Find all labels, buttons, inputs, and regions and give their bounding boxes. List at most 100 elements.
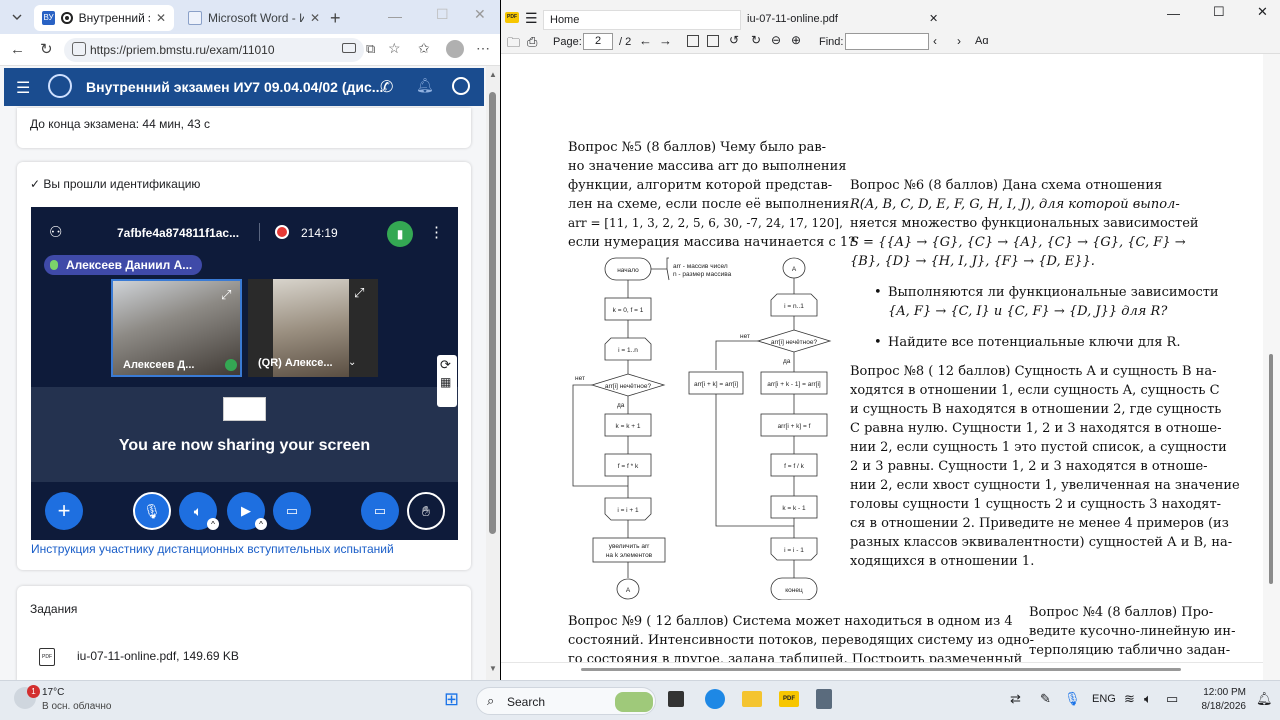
tab-home[interactable]: Home [543,10,741,30]
microphone-icon[interactable]: 🎙︎ [1064,691,1081,707]
wifi-icon[interactable]: ≋ [1124,691,1135,707]
rotate-icon[interactable]: ⟳ [440,357,451,373]
close-window-icon[interactable]: ✕ [474,6,486,23]
address-bar[interactable]: https://priem.bmstu.ru/exam/11010 [64,38,364,62]
expand-icon[interactable]: ⤢ [221,287,231,303]
fit-width-icon[interactable] [707,35,719,47]
signal-strength-icon[interactable]: ▮ [387,221,413,247]
bell-icon[interactable]: 🔔︎ [416,77,434,94]
microphone-button[interactable]: 🎙︎ [133,492,171,530]
scroll-thumb[interactable] [489,92,496,534]
reload-icon[interactable]: ↻ [40,40,53,58]
scroll-up-icon[interactable]: ▲ [489,70,497,79]
find-input[interactable] [845,33,929,50]
viewer-scrollbar[interactable] [1263,54,1280,680]
clock-date[interactable]: 8/18/2026 [1192,701,1247,712]
q8-line: ходящихся в отношении 1. [850,554,1035,569]
tab-word[interactable]: Microsoft Word - Ин ✕ [180,5,328,31]
screen-share-button[interactable]: ▭ [273,492,311,530]
chevron-up-icon[interactable]: ^ [255,518,267,530]
expand-icon[interactable]: ⤢ [354,285,364,301]
pen-icon[interactable]: ✎ [1040,691,1051,707]
instructions-link[interactable]: Инструкция участнику дистанционных вступ… [31,542,394,556]
print-icon[interactable]: ⎙ [527,34,537,50]
phone-icon[interactable]: ✆ [380,77,393,97]
scrollbar[interactable]: ▲ ▼ [486,66,500,680]
add-button[interactable]: + [45,492,83,530]
q5-line: но значение массива arr до выполнения [568,159,847,174]
volume-icon[interactable]: 🔈︎ [1144,691,1152,707]
url-text[interactable]: https://priem.bmstu.ru/exam/11010 [90,43,275,57]
minimize-icon[interactable]: — [388,8,402,24]
horizontal-scroll-thumb[interactable] [581,668,1181,671]
maximize-icon[interactable]: ☐ [436,6,449,23]
minimize-icon[interactable]: — [1167,6,1180,21]
chevron-up-icon[interactable]: ^ [207,518,219,530]
edge-icon[interactable] [705,689,725,709]
back-icon[interactable]: ← [10,41,25,58]
video-icon[interactable] [342,43,356,53]
exam-timer: До конца экзамена: 44 мин, 43 с [30,117,211,131]
tab-close-icon[interactable]: ✕ [929,12,938,25]
menu-icon[interactable]: ☰ [525,10,538,27]
rotate-left-icon[interactable]: ↺ [729,33,739,47]
close-window-icon[interactable]: ✕ [1257,4,1268,20]
battery-icon[interactable]: ▭ [1166,691,1178,707]
apps-icon[interactable]: ⧉ [366,41,375,57]
new-tab-icon[interactable]: + [330,8,341,29]
hamburger-icon[interactable]: ☰ [16,78,30,98]
scroll-thumb[interactable] [1269,354,1273,584]
search-box[interactable]: ⌕ Search [476,687,656,715]
file-explorer-icon[interactable] [742,691,762,707]
tab-close-icon[interactable]: ✕ [310,11,320,25]
tab-close-icon[interactable]: ✕ [156,11,166,25]
layout-button[interactable]: ▭ [361,492,399,530]
rotate-right-icon[interactable]: ↻ [751,33,761,47]
chevron-down-icon[interactable]: ⌄ [348,357,356,368]
maximize-icon[interactable]: ☐ [1213,4,1225,20]
zoom-out-icon[interactable]: ⊖ [771,33,781,47]
raise-hand-button[interactable]: ✋︎ [407,492,445,530]
zoom-in-icon[interactable]: ⊕ [791,33,801,47]
tab-pdf-file[interactable]: iu-07-11-online.pdf ✕ [745,10,945,30]
task-view-icon[interactable] [668,691,684,707]
account-icon[interactable] [452,77,470,95]
fit-page-icon[interactable] [687,35,699,47]
find-next-icon[interactable]: › [957,34,961,48]
q4-line: ведите кусочно-линейную ин- [1029,624,1236,639]
tab-menu-chevron-icon[interactable] [10,10,24,24]
find-prev-icon[interactable]: ‹ [933,34,937,48]
scroll-down-icon[interactable]: ▼ [489,664,497,673]
profile-avatar[interactable] [446,40,464,58]
open-folder-icon[interactable]: 🗀︎ [507,34,520,56]
bullet-icon: • [874,285,882,300]
clock-time[interactable]: 12:00 PM [1198,687,1246,698]
prev-page-icon[interactable]: ← [639,33,652,48]
bookmark-star-icon[interactable]: ☆ [388,40,401,57]
collapse-icon[interactable]: ⤡ [441,393,450,406]
next-page-icon[interactable]: → [659,33,672,48]
tab-exam[interactable]: ВУ Внутренний экза ✕ [34,5,174,31]
pdf-reader-icon[interactable]: PDF [779,691,799,707]
participant-tile[interactable]: ⤢ Алексеев Д... [111,279,242,377]
kebab-menu-icon[interactable]: ⋮ [429,223,444,241]
page-input[interactable]: 2 [583,33,613,50]
start-icon[interactable]: ⊞ [444,689,459,710]
participant-name: Алексеев Д... [123,359,195,371]
site-info-icon[interactable] [72,42,86,56]
match-case-toggle[interactable]: Aɑ [975,35,988,47]
favorites-icon[interactable]: ✩ [418,40,430,57]
fc-connector-label: A [626,587,631,594]
language-indicator[interactable]: ENG [1092,693,1116,705]
record-dot-icon [61,12,73,24]
participant-tile[interactable]: ⤢ (QR) Алексе... ⌄ [248,279,378,377]
q8-line: головы сущности 1 сущность 2 и сущность … [850,497,1222,512]
network-settings-icon[interactable]: ⇄ [1010,691,1021,707]
more-menu-icon[interactable]: ⋯ [476,40,490,57]
qr-icon[interactable]: ▦ [440,375,451,389]
notifications-icon[interactable]: 🔔︎ [1256,691,1273,707]
calculator-icon[interactable] [816,689,832,709]
fc-start-label: начало [617,267,639,274]
file-link[interactable]: iu-07-11-online.pdf, 149.69 KB [77,649,239,663]
participants-icon[interactable]: ⚇ [49,223,62,241]
